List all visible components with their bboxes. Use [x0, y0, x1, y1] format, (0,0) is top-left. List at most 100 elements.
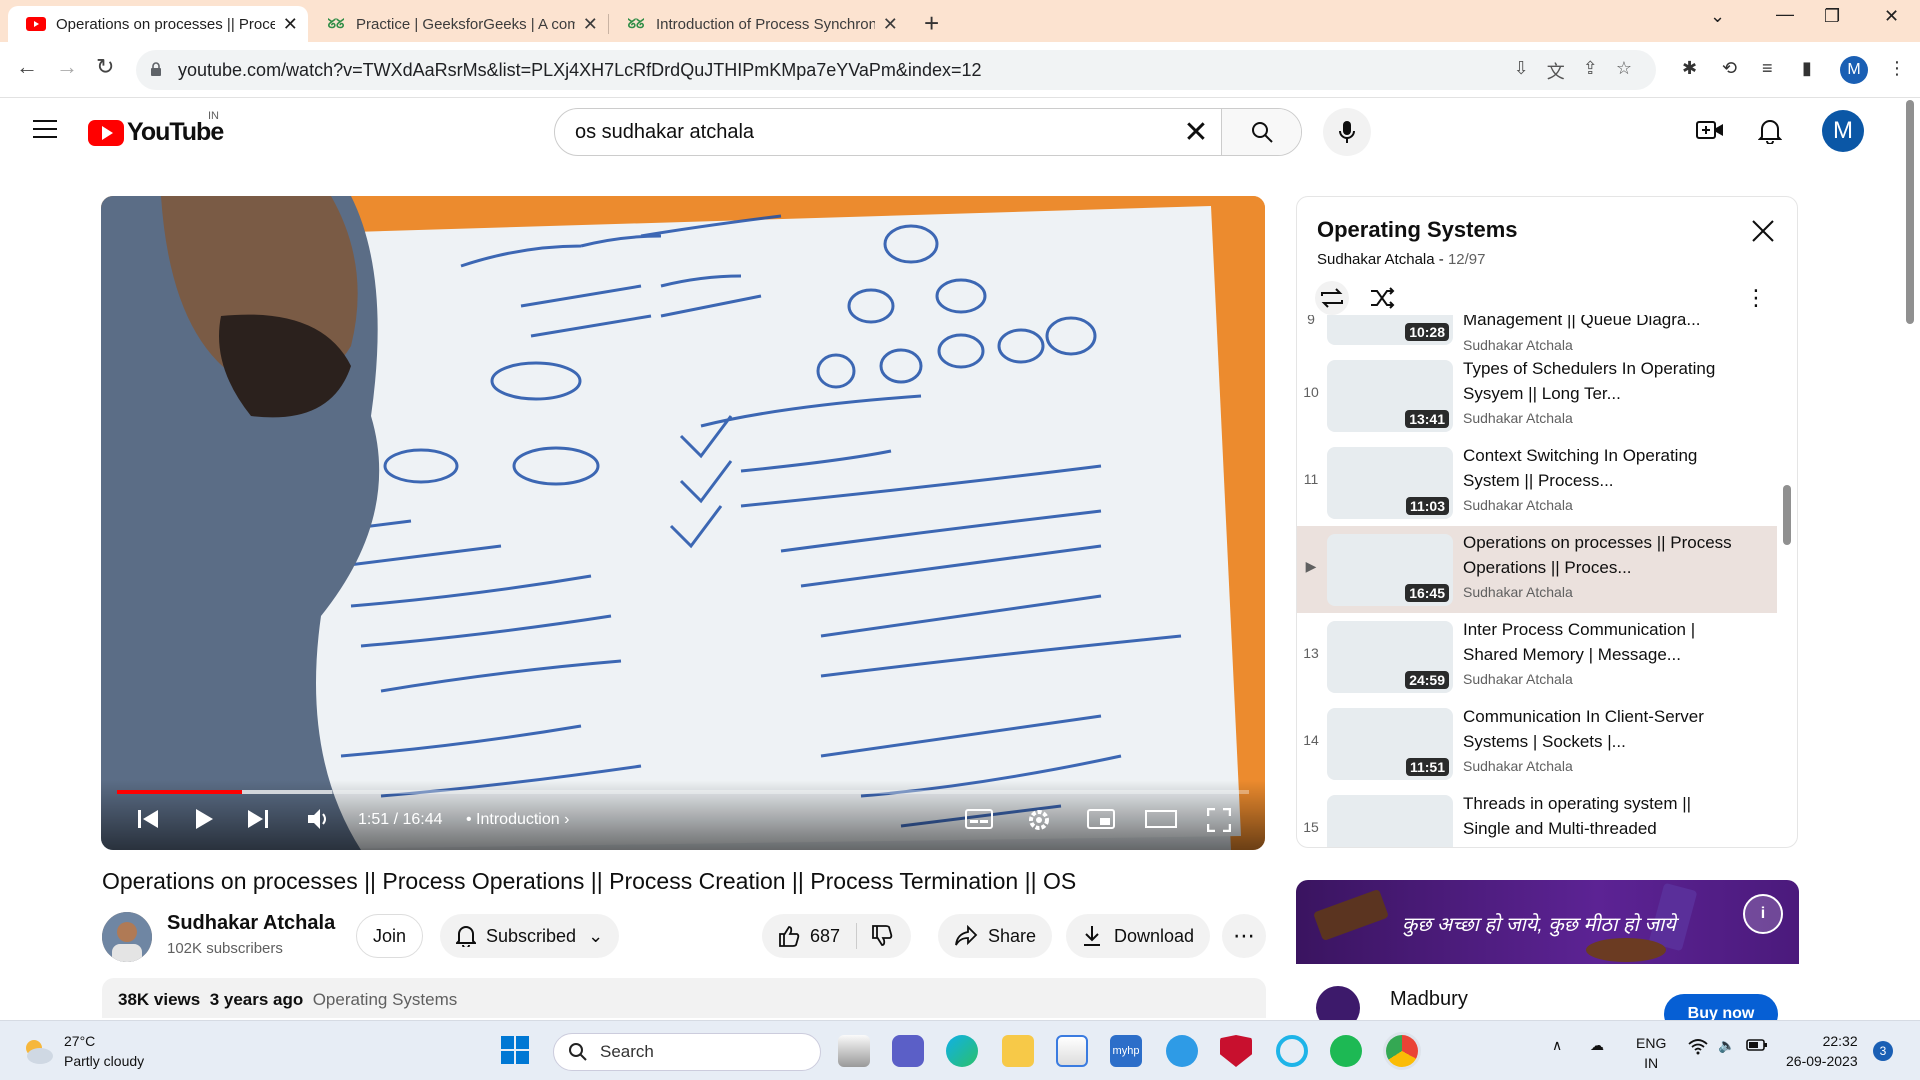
create-video-icon[interactable]	[1696, 118, 1724, 147]
playlist-item-15[interactable]: 15 Threads in operating system || Single…	[1297, 787, 1777, 847]
tab-geeksforgeeks-practice[interactable]: ᘜᘜ Practice | GeeksforGeeks | A com ✕	[308, 6, 608, 42]
video-player[interactable]: 1:51 / 16:44 • Introduction ›	[101, 196, 1265, 850]
ad-banner[interactable]: कुछ अच्छा हो जाये, कुछ मीठा हो जाये i	[1296, 880, 1799, 964]
tab-youtube[interactable]: Operations on processes || Proce ✕	[8, 6, 308, 42]
playlist-item-title: Communication In Client-Server Systems |…	[1463, 707, 1704, 751]
clear-search-icon[interactable]: ✕	[1171, 115, 1221, 150]
channel-avatar[interactable]	[102, 912, 152, 962]
play-icon[interactable]	[193, 808, 215, 836]
theater-mode-icon[interactable]	[1145, 808, 1177, 836]
reload-icon[interactable]: ↻	[96, 54, 114, 80]
share-button[interactable]: Share	[938, 914, 1053, 958]
voice-search-button[interactable]	[1323, 108, 1371, 156]
settings-gear-icon[interactable]	[1027, 808, 1051, 838]
search-input[interactable]: os sudhakar atchala	[555, 121, 1171, 144]
tab-search-chevron-icon[interactable]: ⌄	[1710, 6, 1725, 27]
extension-icon[interactable]: ⟲	[1722, 58, 1737, 79]
next-icon[interactable]	[247, 808, 269, 836]
extensions-puzzle-icon[interactable]: ✱	[1682, 58, 1697, 79]
forward-arrow-icon[interactable]: →	[56, 54, 78, 80]
search-icon	[569, 1043, 587, 1061]
minimize-icon[interactable]: —	[1776, 4, 1794, 25]
help-icon[interactable]	[1166, 1035, 1198, 1067]
page-scrollbar[interactable]	[1906, 100, 1914, 324]
windows-start-icon[interactable]	[500, 1035, 532, 1067]
shuffle-icon[interactable]	[1369, 281, 1395, 315]
wifi-icon[interactable]	[1688, 1039, 1708, 1058]
tab-geeksforgeeks-synchronization[interactable]: ᘜᘜ Introduction of Process Synchron ✕	[608, 6, 908, 42]
weather-widget[interactable]: 27°C Partly cloudy	[20, 1031, 144, 1071]
playlist-owner[interactable]: Sudhakar Atchala	[1317, 251, 1435, 268]
translate-icon[interactable]: 文	[1547, 58, 1565, 84]
ad-info-icon[interactable]: i	[1743, 894, 1783, 934]
subscribed-button[interactable]: Subscribed ⌄	[440, 914, 620, 958]
side-panel-icon[interactable]: ▮	[1802, 58, 1812, 79]
subtitles-icon[interactable]	[965, 808, 993, 836]
share-page-icon[interactable]: ⇪	[1583, 58, 1598, 84]
more-actions-icon[interactable]: ⋯	[1222, 914, 1266, 958]
back-arrow-icon[interactable]: ←	[16, 54, 38, 80]
reading-list-icon[interactable]: ≡	[1762, 58, 1773, 79]
close-window-icon[interactable]: ✕	[1884, 6, 1899, 27]
bookmark-star-icon[interactable]: ☆	[1616, 58, 1632, 84]
close-playlist-icon[interactable]	[1751, 219, 1775, 248]
miniplayer-icon[interactable]	[1087, 808, 1115, 836]
previous-icon[interactable]	[137, 808, 159, 836]
notifications-bell-icon[interactable]	[1757, 118, 1783, 149]
taskbar-search[interactable]: Search	[553, 1033, 821, 1071]
new-tab-icon[interactable]: +	[924, 8, 939, 39]
playlist-item-10[interactable]: 10 13:41 Types of Schedulers In Operatin…	[1297, 352, 1777, 439]
chrome-profile-avatar[interactable]: M	[1840, 56, 1868, 84]
youtube-logo[interactable]: YouTube IN	[88, 110, 224, 147]
microsoft-store-icon[interactable]	[1056, 1035, 1088, 1067]
chrome-menu-kebab-icon[interactable]: ⋮	[1888, 58, 1906, 79]
edge-browser-icon[interactable]	[946, 1035, 978, 1067]
tab-close-icon[interactable]: ✕	[283, 14, 298, 35]
hamburger-menu-icon[interactable]	[33, 120, 57, 138]
download-button[interactable]: Download	[1066, 914, 1211, 958]
tab-close-icon[interactable]: ✕	[883, 14, 898, 35]
volume-icon[interactable]	[307, 808, 333, 836]
playlist-scrollbar[interactable]	[1783, 485, 1791, 545]
playlist-item-11[interactable]: 11 11:03 Context Switching In Operating …	[1297, 439, 1777, 526]
chapter-label[interactable]: • Introduction ›	[466, 811, 569, 829]
loop-playlist-icon[interactable]	[1315, 281, 1349, 315]
playlist-menu-kebab-icon[interactable]: ⋮	[1745, 285, 1767, 311]
playlist-item-9[interactable]: 9 10:28 Management || Queue Diagra... Su…	[1297, 315, 1777, 353]
playlist-item-13[interactable]: 13 24:59 Inter Process Communication | S…	[1297, 613, 1777, 700]
speaker-icon[interactable]: 🔈	[1718, 1037, 1735, 1054]
language-indicator[interactable]: ENG IN	[1636, 1033, 1666, 1073]
channel-name[interactable]: Sudhakar Atchala	[167, 912, 335, 935]
myhp-icon[interactable]: myhp	[1110, 1035, 1142, 1067]
playlist-item-14[interactable]: 14 11:51 Communication In Client-Server …	[1297, 700, 1777, 787]
mcafee-icon[interactable]	[1220, 1035, 1252, 1067]
bell-icon	[456, 926, 476, 947]
playlist-title[interactable]: Operating Systems	[1317, 217, 1518, 243]
install-app-icon[interactable]: ⇩	[1514, 58, 1529, 84]
spotify-icon[interactable]	[1330, 1035, 1362, 1067]
address-bar[interactable]: youtube.com/watch?v=TWXdAaRsrMs&list=PLX…	[136, 50, 1656, 90]
onedrive-cloud-icon[interactable]: ☁	[1590, 1037, 1604, 1054]
battery-icon[interactable]	[1746, 1037, 1768, 1056]
advertiser-name[interactable]: Madbury	[1390, 988, 1468, 1011]
teams-chat-icon[interactable]	[892, 1035, 924, 1067]
account-avatar[interactable]: M	[1822, 110, 1864, 152]
chrome-taskbar-icon[interactable]	[1386, 1035, 1418, 1067]
description-box[interactable]: 38K views 3 years ago Operating Systems	[102, 978, 1266, 1018]
taskbar-clock[interactable]: 22:32 26-09-2023	[1786, 1031, 1858, 1071]
fullscreen-icon[interactable]	[1206, 807, 1232, 838]
dislike-button[interactable]	[857, 925, 911, 947]
task-view-icon[interactable]	[838, 1035, 870, 1067]
description-tag[interactable]: Operating Systems	[313, 990, 458, 1009]
join-button[interactable]: Join	[356, 914, 424, 958]
cortana-icon[interactable]	[1276, 1035, 1308, 1067]
search-button[interactable]	[1221, 109, 1301, 155]
file-explorer-icon[interactable]	[1002, 1035, 1034, 1067]
playlist-item-current[interactable]: ▶ 16:45 Operations on processes || Proce…	[1297, 526, 1777, 613]
like-button[interactable]: 687	[762, 923, 858, 949]
tab-close-icon[interactable]: ✕	[583, 14, 598, 35]
progress-bar[interactable]	[117, 790, 1249, 794]
restore-icon[interactable]: ❐	[1824, 6, 1840, 27]
tray-overflow-chevron-icon[interactable]: ∧	[1552, 1037, 1562, 1054]
notification-badge[interactable]: 3	[1873, 1041, 1893, 1061]
